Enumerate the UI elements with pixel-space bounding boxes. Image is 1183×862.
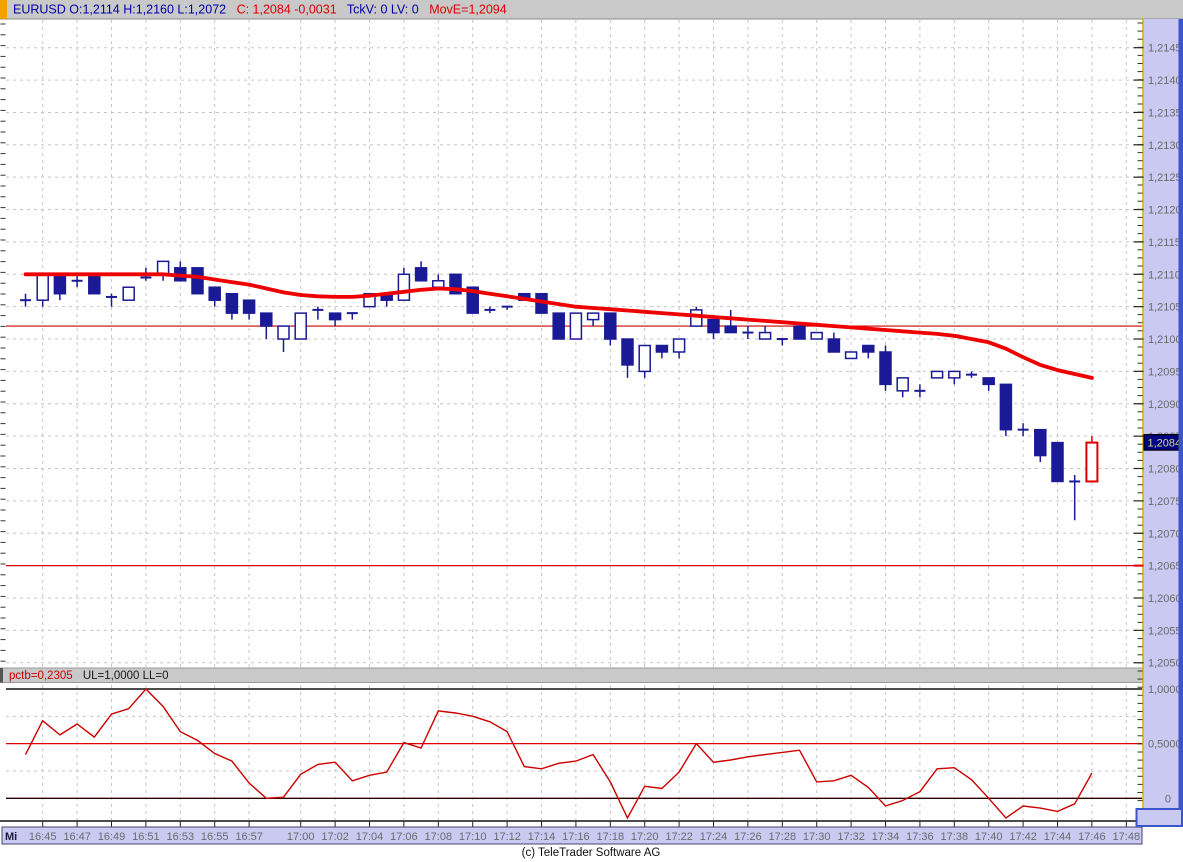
time-label: 17:04: [356, 831, 384, 843]
active-pane-accent-icon: [0, 0, 7, 19]
price-label: 1,2055: [1148, 625, 1182, 637]
time-label: 16:45: [29, 831, 57, 843]
price-label: 1,2105: [1148, 302, 1182, 314]
time-label: 16:47: [63, 831, 91, 843]
time-axis[interactable]: Mi 16:45 16:47 16:49 16:51 16:53 16:55 16:57 17…: [1, 826, 1143, 845]
time-label: 17:06: [390, 831, 418, 843]
time-label: 17:42: [1009, 831, 1037, 843]
price-label: 1,2075: [1148, 496, 1182, 508]
time-label: 17:14: [528, 831, 556, 843]
main-chart-titlebar: EURUSD O:1,2114 H:1,2160 L:1,2072 C: 1,2…: [0, 0, 1183, 20]
time-label: 17:46: [1078, 831, 1106, 843]
time-label: 17:32: [837, 831, 865, 843]
price-label: 1,2070: [1148, 528, 1182, 540]
indicator-axis-label: 0,5000: [1148, 739, 1182, 751]
symbol-quote-line: EURUSD O:1,2114 H:1,2160 L:1,2072 C: 1,2…: [13, 3, 507, 17]
price-label: 1,2125: [1148, 172, 1182, 184]
time-label: 16:57: [235, 831, 263, 843]
time-label: 17:40: [975, 831, 1003, 843]
last-price-tag-text: 1,2084: [1148, 438, 1182, 450]
time-label: 17:36: [906, 831, 934, 843]
time-label: 16:53: [167, 831, 195, 843]
time-label: 17:26: [734, 831, 762, 843]
price-label: 1,2060: [1148, 593, 1182, 605]
weekday-label: Mi: [5, 831, 17, 843]
price-label: 1,2110: [1148, 269, 1181, 281]
time-label: 17:34: [872, 831, 900, 843]
indicator-axis-label: 0: [1165, 793, 1171, 805]
price-label: 1,2120: [1148, 205, 1182, 217]
price-label: 1,2115: [1148, 237, 1181, 249]
indicator-titlebar-background: [0, 668, 1143, 683]
indicator-titlebar: pctb=0,2305 UL=1,0000 LL=0: [0, 667, 1143, 683]
time-label: 17:44: [1044, 831, 1072, 843]
pctb-limits-text: UL=1,0000 LL=0: [83, 670, 169, 682]
quote-ohl-text: EURUSD O:1,2114 H:1,2160 L:1,2072: [13, 3, 226, 17]
price-label: 1,2050: [1148, 658, 1182, 670]
time-label: 17:38: [941, 831, 969, 843]
quote-move-text: MovE=1,2094: [429, 3, 507, 17]
indicator-axis-label: 1,0000: [1148, 684, 1182, 696]
scroll-corner-box[interactable]: [1135, 808, 1183, 827]
time-label: 17:28: [769, 831, 797, 843]
price-label: 1,2065: [1148, 561, 1182, 573]
pctb-value-text: pctb=0,2305: [9, 670, 73, 682]
time-label: 17:12: [493, 831, 521, 843]
copyright-text: (c) TeleTrader Software AG: [522, 847, 661, 859]
time-label: 17:48: [1113, 831, 1141, 843]
time-label: 17:10: [459, 831, 487, 843]
price-label: 1,2090: [1148, 399, 1182, 411]
time-label: 17:16: [562, 831, 590, 843]
price-label: 1,2140: [1148, 75, 1182, 87]
indicator-pane-accent: [0, 668, 3, 683]
indicator-title-line: pctb=0,2305 UL=1,0000 LL=0: [9, 670, 169, 682]
trading-chart-window: EURUSD O:1,2114 H:1,2160 L:1,2072 C: 1,2…: [0, 0, 1183, 862]
price-label: 1,2080: [1148, 464, 1182, 476]
time-label: 17:18: [597, 831, 625, 843]
time-label: 17:30: [803, 831, 831, 843]
price-label: 1,2135: [1148, 107, 1182, 119]
price-label: 1,2095: [1148, 366, 1182, 378]
price-label: 1,2100: [1148, 334, 1182, 346]
time-label: 16:51: [132, 831, 160, 843]
time-label: 17:08: [425, 831, 453, 843]
time-label: 17:22: [665, 831, 693, 843]
time-label: 17:20: [631, 831, 659, 843]
time-label: 17:24: [700, 831, 728, 843]
price-label: 1,2130: [1148, 140, 1182, 152]
time-label: 17:00: [287, 831, 315, 843]
window-right-border: [1178, 19, 1183, 826]
time-label: 17:02: [321, 831, 349, 843]
time-label: 16:55: [201, 831, 229, 843]
last-price-tag: 1,2084: [1143, 434, 1182, 451]
quote-close-change-text: C: 1,2084 -0,0031: [237, 3, 337, 17]
price-label: 1,2145: [1148, 43, 1182, 55]
quote-volume-text: TckV: 0 LV: 0: [347, 3, 419, 17]
time-label: 16:49: [98, 831, 126, 843]
